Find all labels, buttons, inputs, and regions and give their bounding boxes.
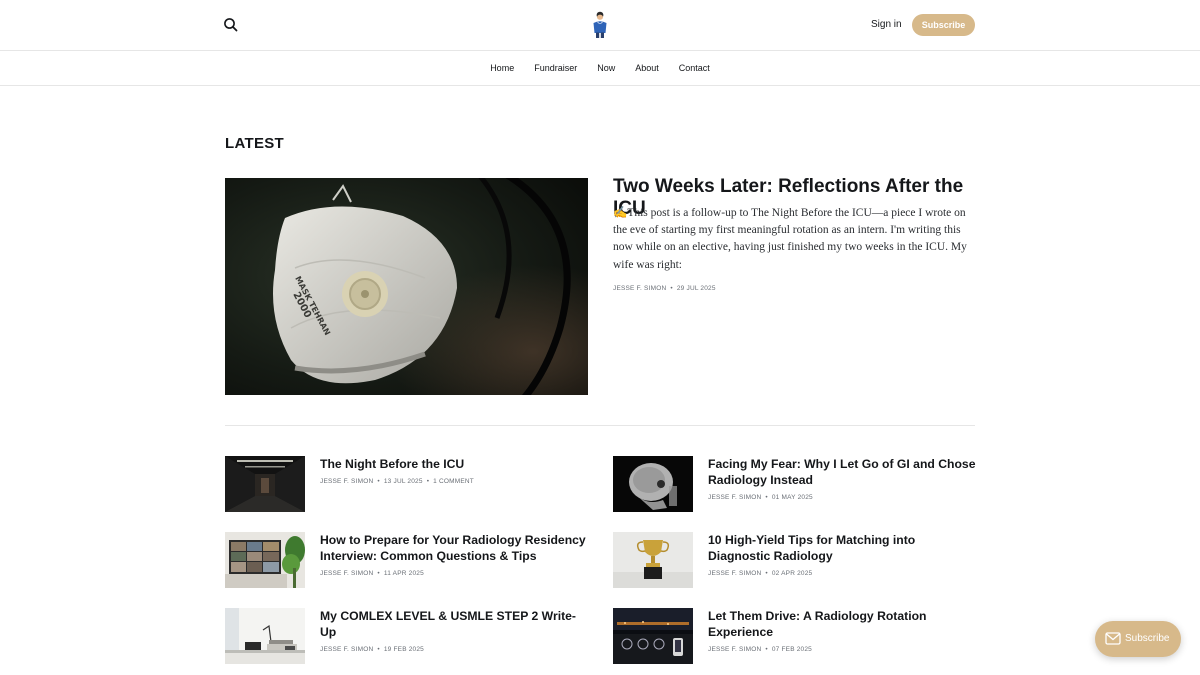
post-meta: JESSE F. SIMON • 02 APR 2025: [708, 570, 813, 577]
post-card[interactable]: 10 High-Yield Tips for Matching into Dia…: [613, 532, 975, 590]
post-author[interactable]: JESSE F. SIMON: [708, 646, 761, 653]
nav-item-fundraiser[interactable]: Fundraiser: [534, 63, 577, 73]
post-date: 02 APR 2025: [771, 570, 813, 577]
post-author[interactable]: JESSE F. SIMON: [708, 570, 761, 577]
post-card[interactable]: The Night Before the ICU JESSE F. SIMON •…: [225, 456, 587, 514]
post-meta: JESSE F. SIMON • 07 FEB 2025: [708, 646, 813, 653]
post-title[interactable]: How to Prepare for Your Radiology Reside…: [320, 532, 590, 564]
post-thumbnail[interactable]: [225, 608, 305, 664]
featured-post-excerpt: ✍️This post is a follow-up to The Night …: [613, 207, 967, 271]
section-divider: [225, 425, 975, 426]
site-header: Sign in Subscribe: [0, 0, 1200, 51]
nav-item-contact[interactable]: Contact: [679, 63, 710, 73]
post-date: 07 FEB 2025: [771, 646, 813, 653]
portal-subscribe-button[interactable]: Subscribe: [1095, 621, 1181, 657]
post-meta: JESSE F. SIMON • 13 JUL 2025 • 1 COMMENT: [320, 478, 474, 485]
post-title[interactable]: Let Them Drive: A Radiology Rotation Exp…: [708, 608, 978, 640]
site-logo[interactable]: [590, 11, 610, 39]
post-meta: JESSE F. SIMON • 11 APR 2025: [320, 570, 424, 577]
post-card[interactable]: Let Them Drive: A Radiology Rotation Exp…: [613, 608, 975, 666]
post-thumbnail[interactable]: [225, 532, 305, 588]
post-author[interactable]: JESSE F. SIMON: [320, 478, 373, 485]
featured-post-meta: JESSE F. SIMON • 29 JUL 2025: [613, 285, 716, 292]
post-author[interactable]: JESSE F. SIMON: [708, 494, 761, 501]
post-title[interactable]: My COMLEX LEVEL & USMLE STEP 2 Write-Up: [320, 608, 590, 640]
desk-workspace-photo: [225, 608, 305, 664]
post-author[interactable]: JESSE F. SIMON: [320, 646, 373, 653]
nav-item-about[interactable]: About: [635, 63, 659, 73]
nav-list: Home Fundraiser Now About Contact: [0, 51, 1200, 85]
post-card[interactable]: My COMLEX LEVEL & USMLE STEP 2 Write-Up …: [225, 608, 587, 666]
post-thumbnail[interactable]: [613, 532, 693, 588]
post-date: 29 JUL 2025: [676, 285, 716, 292]
post-thumbnail[interactable]: [613, 608, 693, 664]
hallway-photo: [225, 456, 305, 512]
post-date: 01 MAY 2025: [771, 494, 813, 501]
post-thumbnail[interactable]: [613, 456, 693, 512]
post-date: 13 JUL 2025: [383, 478, 423, 485]
post-card[interactable]: How to Prepare for Your Radiology Reside…: [225, 532, 587, 590]
post-title[interactable]: Facing My Fear: Why I Let Go of GI and C…: [708, 456, 978, 488]
post-author[interactable]: JESSE F. SIMON: [320, 570, 373, 577]
post-date: 19 FEB 2025: [383, 646, 425, 653]
post-author[interactable]: JESSE F. SIMON: [613, 285, 666, 292]
post-title[interactable]: The Night Before the ICU: [320, 456, 590, 472]
main-nav: Home Fundraiser Now About Contact: [0, 51, 1200, 86]
post-card[interactable]: Facing My Fear: Why I Let Go of GI and C…: [613, 456, 975, 514]
video-call-laptop-photo: [225, 532, 305, 588]
doctor-avatar-icon: [593, 11, 607, 38]
post-thumbnail[interactable]: [225, 456, 305, 512]
subscribe-button[interactable]: Subscribe: [912, 14, 975, 36]
respirator-mask-photo: MASK TEHRAN 2000: [225, 178, 588, 395]
section-heading-latest: LATEST: [225, 135, 285, 152]
post-date: 11 APR 2025: [383, 570, 424, 577]
sign-in-link[interactable]: Sign in: [871, 19, 902, 30]
featured-post-image[interactable]: MASK TEHRAN 2000: [225, 178, 588, 395]
cockpit-night-photo: [613, 608, 693, 664]
mail-icon: [1105, 632, 1121, 645]
skull-xray-photo: [613, 456, 693, 512]
search-button[interactable]: [222, 16, 240, 34]
trophy-photo: [613, 532, 693, 588]
post-comments[interactable]: 1 COMMENT: [433, 478, 474, 485]
post-meta: JESSE F. SIMON • 19 FEB 2025: [320, 646, 425, 653]
portal-subscribe-label: Subscribe: [1125, 633, 1170, 644]
post-meta: JESSE F. SIMON • 01 MAY 2025: [708, 494, 813, 501]
nav-item-home[interactable]: Home: [490, 63, 514, 73]
search-icon: [224, 18, 238, 32]
post-title[interactable]: 10 High-Yield Tips for Matching into Dia…: [708, 532, 978, 564]
nav-item-now[interactable]: Now: [597, 63, 615, 73]
